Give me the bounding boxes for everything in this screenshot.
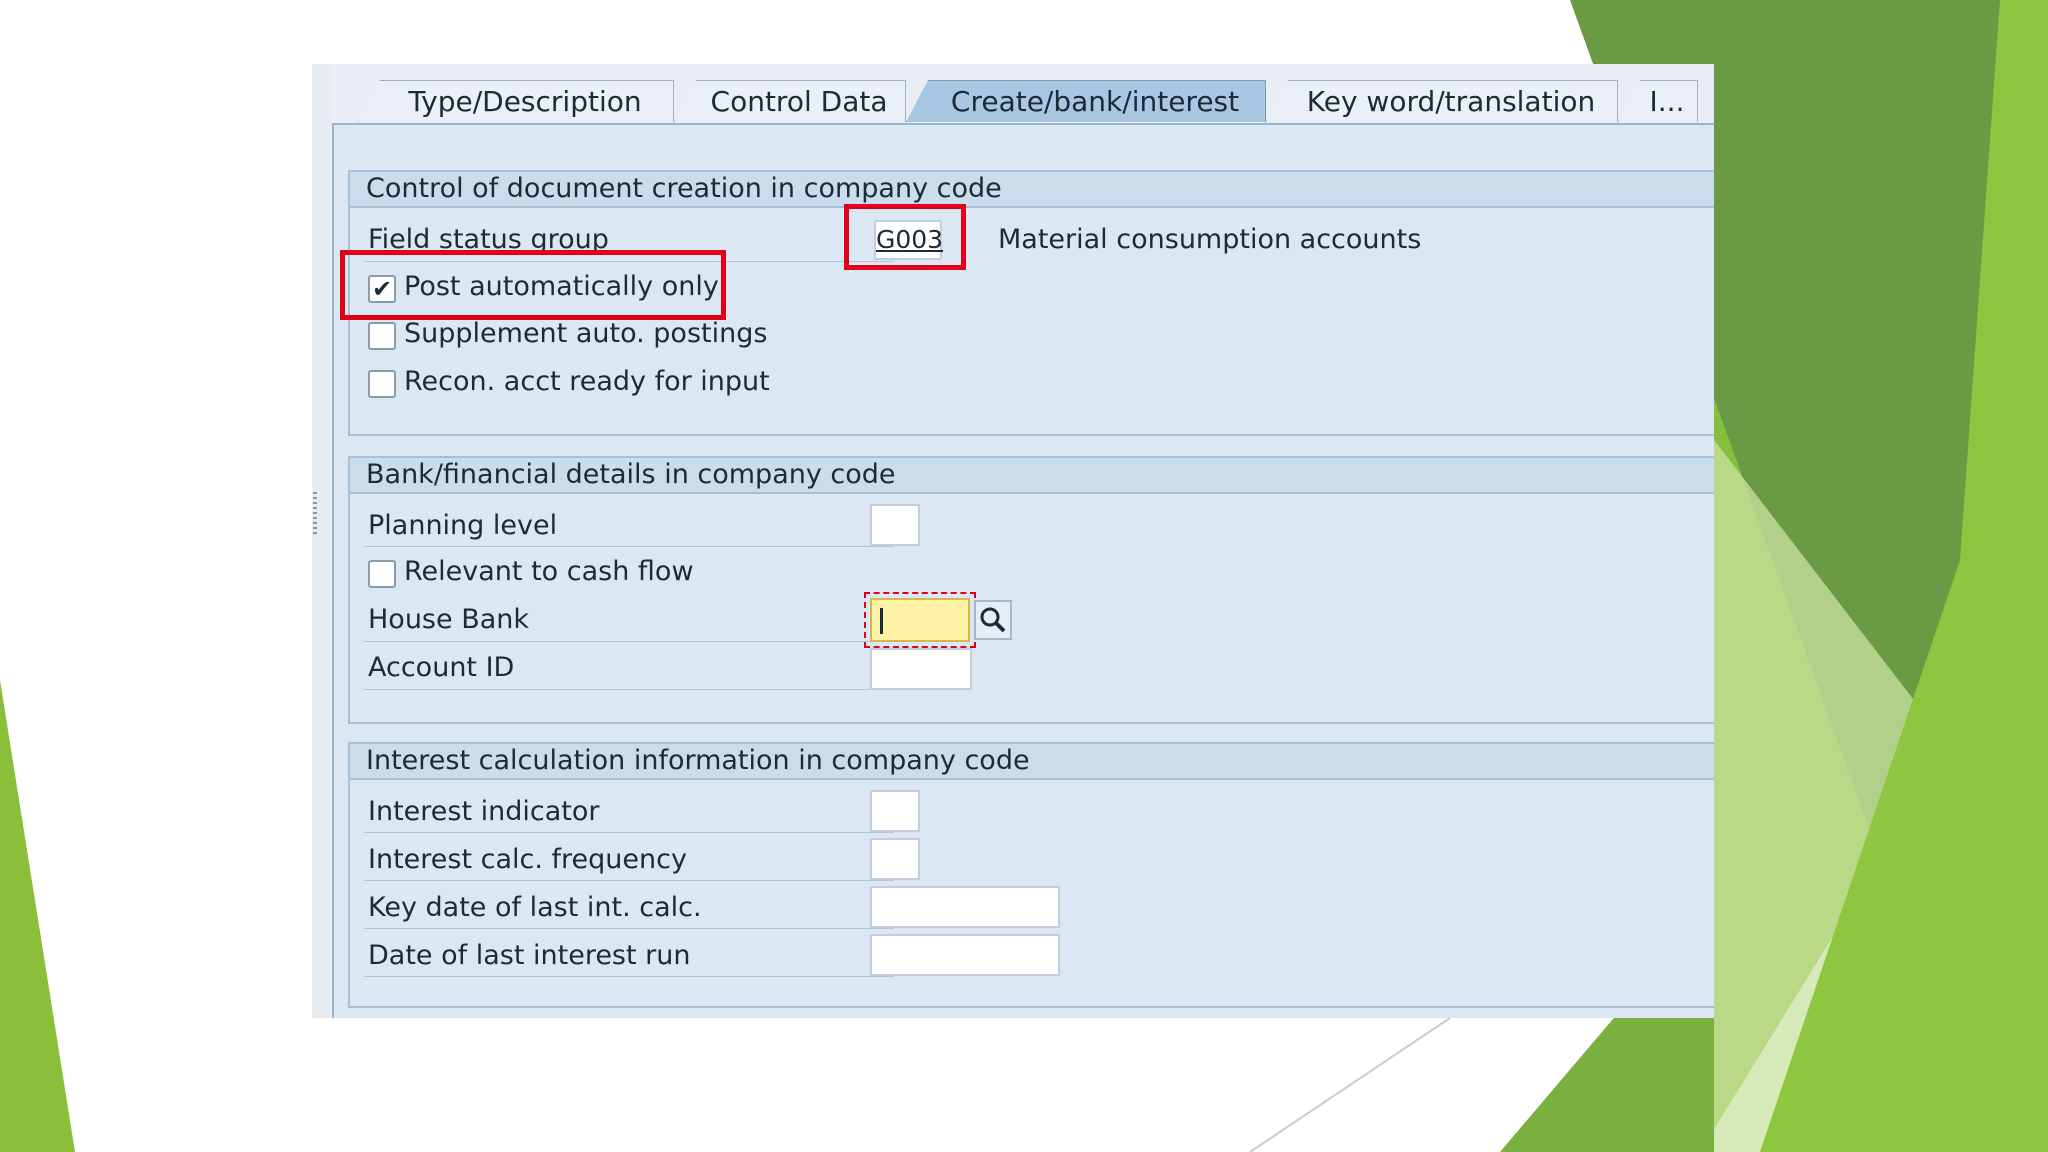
date-last-interest-run-input[interactable] — [870, 934, 1060, 976]
left-edge-strip — [312, 64, 332, 1018]
planning-level-label: Planning level — [368, 510, 558, 541]
supplement-auto-postings-checkbox[interactable] — [368, 322, 396, 350]
row-separator — [364, 641, 894, 642]
account-id-label: Account ID — [368, 652, 515, 683]
highlight-post-automatically-only — [340, 250, 726, 320]
account-id-input[interactable] — [870, 648, 972, 690]
tab-control-data[interactable]: Control Data — [674, 80, 906, 122]
house-bank-focus-frame — [864, 592, 976, 648]
supplement-auto-postings-label: Supplement auto. postings — [404, 318, 768, 349]
row-separator — [364, 928, 894, 929]
interest-indicator-input[interactable] — [870, 790, 920, 832]
relevant-cash-flow-label: Relevant to cash flow — [404, 556, 694, 587]
highlight-field-status-group — [844, 204, 966, 270]
row-separator — [364, 976, 894, 977]
house-bank-label: House Bank — [368, 604, 530, 635]
planning-level-input[interactable] — [870, 504, 920, 546]
field-status-group-description: Material consumption accounts — [998, 224, 1422, 255]
recon-acct-ready-label: Recon. acct ready for input — [404, 366, 770, 397]
relevant-cash-flow-checkbox[interactable] — [368, 560, 396, 588]
house-bank-value-help-button[interactable] — [974, 600, 1012, 640]
row-separator — [364, 880, 894, 881]
date-last-interest-run-label: Date of last interest run — [368, 940, 691, 971]
tab-create-bank-interest[interactable]: Create/bank/interest — [906, 80, 1266, 122]
group-title-document-creation: Control of document creation in company … — [350, 172, 1714, 208]
key-date-last-int-calc-label: Key date of last int. calc. — [368, 892, 702, 923]
row-separator — [364, 832, 894, 833]
tab-type-description[interactable]: Type/Description — [358, 80, 674, 122]
magnifier-icon — [980, 607, 1006, 633]
row-separator — [364, 546, 894, 547]
interest-frequency-label: Interest calc. frequency — [368, 844, 687, 875]
interest-indicator-label: Interest indicator — [368, 796, 600, 827]
group-title-bank-financial: Bank/financial details in company code — [350, 458, 1714, 494]
tab-key-word-translation[interactable]: Key word/translation — [1266, 80, 1618, 122]
group-title-interest-calculation: Interest calculation information in comp… — [350, 744, 1714, 780]
group-bank-financial: Bank/financial details in company code — [348, 456, 1714, 724]
key-date-last-int-calc-input[interactable] — [870, 886, 1060, 928]
green-shape-left — [0, 680, 75, 1152]
sap-screen: Type/Description Control Data Create/ban… — [312, 64, 1714, 1018]
row-separator — [364, 689, 894, 690]
thin-diagonal-line — [1249, 1017, 1451, 1152]
resize-grip-icon[interactable] — [313, 492, 317, 536]
interest-frequency-input[interactable] — [870, 838, 920, 880]
recon-acct-ready-checkbox[interactable] — [368, 370, 396, 398]
